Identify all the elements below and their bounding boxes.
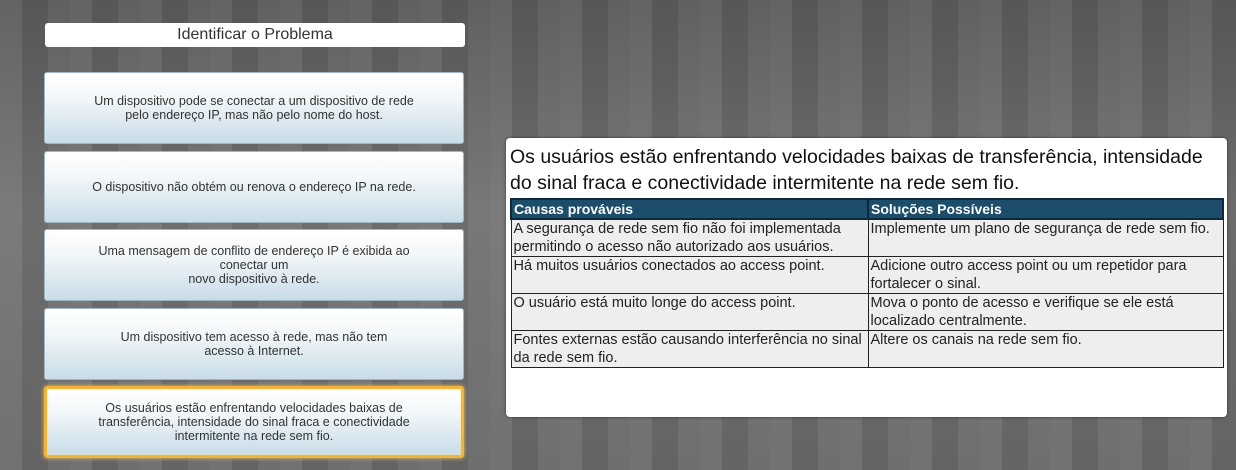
problem-option-1[interactable]: Um dispositivo pode se conectar a um dis… xyxy=(44,72,464,144)
problem-option-4[interactable]: Um dispositivo tem acesso à rede, mas nã… xyxy=(44,307,464,380)
problem-option-label: O dispositivo não obtém ou renova o ende… xyxy=(92,179,416,194)
problem-option-label: Os usuários estão enfrentando velocidade… xyxy=(98,401,410,443)
cause-cell: A segurança de rede sem fio não foi impl… xyxy=(510,218,869,257)
solution-cell: Adicione outro access point ou um repeti… xyxy=(867,256,1224,294)
table-row: Fontes externas estão causando interferê… xyxy=(510,330,1224,368)
table-row: Há muitos usuários conectados ao access … xyxy=(510,256,1224,294)
problem-options-list: Um dispositivo pode se conectar a um dis… xyxy=(44,72,464,465)
cause-cell: O usuário está muito longe do access poi… xyxy=(510,293,869,331)
column-header-causes: Causas prováveis xyxy=(510,198,869,220)
answer-panel: Os usuários estão enfrentando velocidade… xyxy=(506,138,1227,417)
table-header-row: Causas prováveis Soluções Possíveis xyxy=(510,198,1224,220)
troubleshooting-table: Causas prováveis Soluções Possíveis A se… xyxy=(510,198,1224,368)
cause-cell: Há muitos usuários conectados ao access … xyxy=(510,256,869,294)
problem-option-label: Um dispositivo tem acesso à rede, mas nã… xyxy=(120,329,388,358)
problem-option-label: Um dispositivo pode se conectar a um dis… xyxy=(94,94,414,122)
solution-cell: Implemente um plano de segurança de rede… xyxy=(867,218,1224,257)
column-header-solutions: Soluções Possíveis xyxy=(867,198,1224,220)
solution-cell: Altere os canais na rede sem fio. xyxy=(867,330,1224,368)
problem-option-label: Uma mensagem de conflito de endereço IP … xyxy=(98,244,410,286)
solution-cell: Mova o ponto de acesso e verifique se el… xyxy=(867,293,1224,331)
problem-option-5-selected[interactable]: Os usuários estão enfrentando velocidade… xyxy=(44,386,464,458)
problem-option-3[interactable]: Uma mensagem de conflito de endereço IP … xyxy=(44,229,464,301)
answer-heading: Os usuários estão enfrentando velocidade… xyxy=(510,146,1203,194)
problem-option-2[interactable]: O dispositivo não obtém ou renova o ende… xyxy=(44,150,464,223)
table-row: A segurança de rede sem fio não foi impl… xyxy=(510,218,1224,257)
table-row: O usuário está muito longe do access poi… xyxy=(510,293,1224,331)
problem-panel-title: Identificar o Problema xyxy=(45,23,465,47)
cause-cell: Fontes externas estão causando interferê… xyxy=(510,330,869,368)
